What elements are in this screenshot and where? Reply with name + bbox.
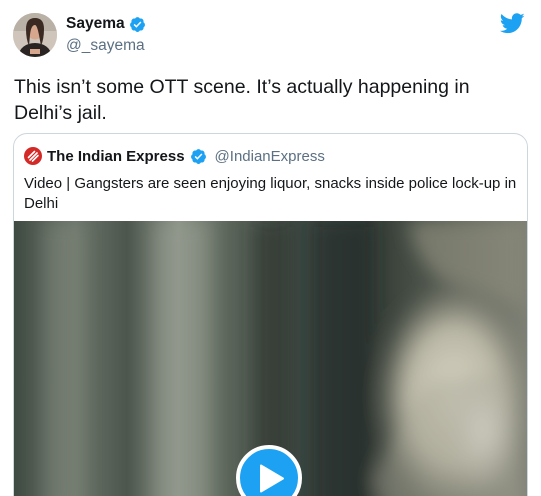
verified-badge-icon (129, 16, 146, 33)
quoted-tweet-header: The Indian Express @IndianExpress (24, 146, 325, 166)
indian-express-logo (24, 147, 42, 165)
avatar-image (13, 13, 57, 57)
quoted-tweet[interactable]: The Indian Express @IndianExpress Video … (13, 133, 528, 496)
author-avatar[interactable] (13, 13, 57, 57)
author-display-name[interactable]: Sayema (66, 15, 125, 33)
quoted-tweet-text: Video | Gangsters are seen enjoying liqu… (24, 175, 517, 212)
author-name-row: Sayema (66, 14, 146, 34)
verified-badge-icon (190, 148, 207, 165)
play-icon (260, 464, 284, 493)
video-thumbnail[interactable] (14, 221, 527, 496)
author-info: Sayema @_sayema (66, 14, 146, 55)
quoted-display-name[interactable]: The Indian Express (47, 148, 185, 165)
tweet-card: Sayema @_sayema This isn’t some OTT scen… (0, 0, 541, 496)
quoted-handle[interactable]: @IndianExpress (215, 148, 325, 165)
tweet-text: This isn’t some OTT scene. It’s actually… (14, 76, 470, 124)
author-handle[interactable]: @_sayema (66, 37, 146, 55)
twitter-bird-icon[interactable] (499, 13, 525, 34)
